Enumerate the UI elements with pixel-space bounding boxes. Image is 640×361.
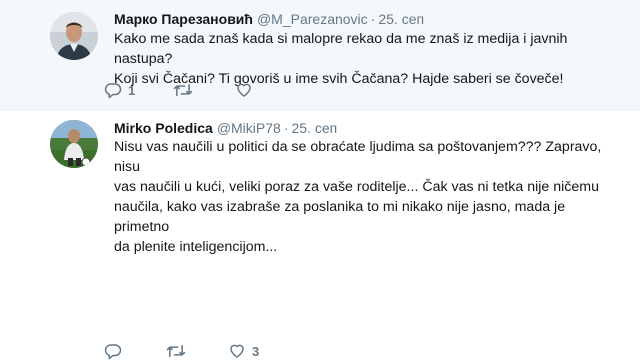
- retweet-button[interactable]: [173, 81, 199, 99]
- retweet-icon: [166, 342, 186, 360]
- tweet-2[interactable]: Mirko Poledica @MikiP78 · 25. сеп Nisu vas …: [0, 110, 640, 360]
- tweet-header: Марко Парезановић @M_Parezanovic · 25. сеп: [114, 10, 424, 28]
- like-button[interactable]: [235, 81, 259, 99]
- retweet-button[interactable]: [166, 342, 192, 360]
- reply-button[interactable]: [104, 342, 128, 360]
- avatar[interactable]: [50, 12, 98, 60]
- reply-icon: [104, 342, 122, 360]
- heart-icon: [235, 81, 253, 99]
- reply-button[interactable]: 1: [104, 81, 135, 99]
- reply-count: 1: [128, 82, 136, 98]
- like-count: 3: [252, 343, 260, 359]
- tweet-date[interactable]: 25. сеп: [378, 11, 424, 27]
- author-name[interactable]: Mirko Poledica: [114, 120, 213, 136]
- tweet-actions: 3: [104, 341, 259, 361]
- tweet-1[interactable]: Марко Парезановић @M_Parezanovic · 25. сеп …: [0, 0, 640, 110]
- separator-dot: ·: [283, 120, 289, 136]
- avatar[interactable]: [50, 120, 98, 168]
- tweet-text-line: Kako me sada znaš kada si malopre rekao …: [114, 31, 568, 67]
- author-handle[interactable]: @M_Parezanovic: [257, 11, 368, 27]
- retweet-icon: [173, 81, 193, 99]
- author-name[interactable]: Марко Парезановић: [114, 11, 253, 27]
- separator-dot: ·: [370, 11, 376, 27]
- tweet-text-line: Nisu vas naučili u politici da se obraća…: [114, 139, 602, 175]
- tweet-text-line: da plenite inteligencijom...: [114, 239, 278, 255]
- tweet-date[interactable]: 25. сеп: [292, 120, 338, 136]
- tweet-actions: 1: [104, 80, 259, 100]
- tweet-text: Nisu vas naučili u politici da se obraća…: [114, 137, 619, 257]
- reply-icon: [104, 81, 122, 99]
- like-button[interactable]: 3: [228, 342, 259, 360]
- tweet-text-line: naučila, kako vas izabraše za poslanika …: [114, 199, 566, 235]
- author-handle[interactable]: @MikiP78: [217, 120, 281, 136]
- tweet-text-line: vas naučili u kući, veliki poraz za vaše…: [114, 179, 599, 195]
- heart-icon: [228, 342, 246, 360]
- tweet-header: Mirko Poledica @MikiP78 · 25. сеп: [114, 119, 337, 137]
